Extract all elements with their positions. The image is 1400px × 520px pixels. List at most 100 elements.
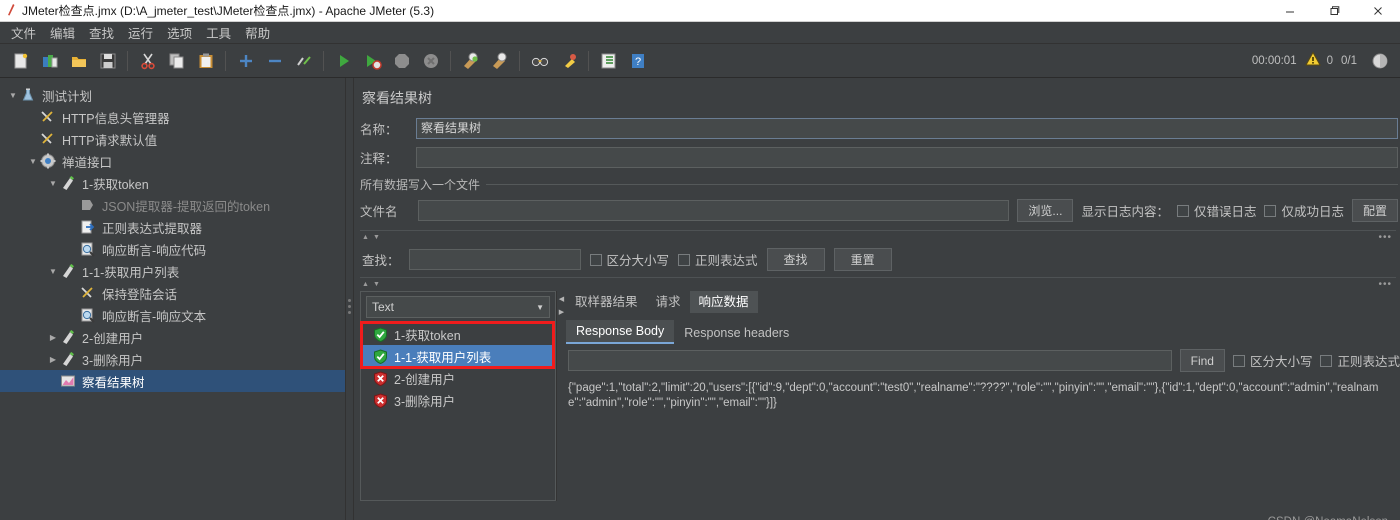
search-input[interactable] xyxy=(408,249,581,270)
find-button[interactable]: 查找 xyxy=(766,248,825,271)
name-input[interactable]: 察看结果树 xyxy=(416,118,1398,139)
expand-icon[interactable] xyxy=(231,47,260,75)
tree-item[interactable]: 保持登陆会话 xyxy=(0,282,345,304)
sampler-list-item[interactable]: 1-1-获取用户列表 xyxy=(361,345,555,367)
detail-find-button[interactable]: Find xyxy=(1179,349,1225,372)
tree-item[interactable]: ▼ 禅道接口 xyxy=(0,150,345,172)
divider2-collapse-arrows[interactable]: ▲ ▼ xyxy=(360,281,380,288)
stop-icon[interactable] xyxy=(387,47,416,75)
sampler-list-item[interactable]: 3-删除用户 xyxy=(361,389,555,411)
sampler-list-item[interactable]: 2-创建用户 xyxy=(361,367,555,389)
sampler-items[interactable]: 1-获取token 1-1-获取用户列表 2-创建用户 3-删除用户 xyxy=(360,321,555,500)
tree-item[interactable]: 正则表达式提取器 xyxy=(0,216,345,238)
tree-item[interactable]: 响应断言-响应代码 xyxy=(0,238,345,260)
browse-button[interactable]: 浏览... xyxy=(1017,199,1074,222)
comment-input[interactable] xyxy=(416,147,1398,168)
response-subtabs[interactable]: Response Body Response headers xyxy=(566,318,1400,344)
tree-item[interactable]: HTTP信息头管理器 xyxy=(0,106,345,128)
chevron-up-icon[interactable]: ▲ xyxy=(362,281,369,288)
filename-input[interactable] xyxy=(418,200,1010,221)
search-reset-icon[interactable] xyxy=(554,47,583,75)
http-sampler-icon xyxy=(60,175,78,191)
minimize-icon[interactable] xyxy=(1268,0,1312,22)
paste-icon[interactable] xyxy=(191,47,220,75)
reset-button[interactable]: 重置 xyxy=(833,248,892,271)
chevron-left-icon[interactable]: ◀ xyxy=(559,295,564,303)
success-only-checkbox[interactable]: 仅成功日志 xyxy=(1264,201,1344,220)
tree-item[interactable]: HTTP请求默认值 xyxy=(0,128,345,150)
detail-find-input[interactable] xyxy=(568,350,1172,371)
menu-edit[interactable]: 编辑 xyxy=(43,21,82,44)
chevron-right-icon[interactable]: ▶ xyxy=(559,308,564,316)
save-icon[interactable] xyxy=(93,47,122,75)
chevron-down-icon[interactable]: ▼ xyxy=(46,179,60,188)
tree-item[interactable]: ▼ 测试计划 xyxy=(0,84,345,106)
test-plan-tree[interactable]: ▼ 测试计划 HTTP信息头管理器 HTTP请求默认值 ▼ 禅道接口 ▼ 1-获取token J… xyxy=(0,78,345,520)
clear-all-icon[interactable] xyxy=(485,47,514,75)
chevron-down-icon[interactable]: ▼ xyxy=(26,157,40,166)
help-icon[interactable]: ? xyxy=(623,47,652,75)
collapse-icon[interactable] xyxy=(260,47,289,75)
start-no-pauses-icon[interactable] xyxy=(358,47,387,75)
warning-indicator[interactable]: 0 xyxy=(1304,51,1333,70)
clear-icon[interactable] xyxy=(456,47,485,75)
tree-item[interactable]: 察看结果树 xyxy=(0,370,345,392)
menu-help[interactable]: 帮助 xyxy=(238,21,277,44)
tree-item[interactable]: ▶ 2-创建用户 xyxy=(0,326,345,348)
tree-item[interactable]: ▼ 1-1-获取用户列表 xyxy=(0,260,345,282)
chevron-down-icon[interactable]: ▼ xyxy=(46,267,60,276)
open-icon[interactable] xyxy=(64,47,93,75)
menu-options[interactable]: 选项 xyxy=(160,21,199,44)
chevron-down-icon[interactable]: ▼ xyxy=(6,91,20,100)
menu-file[interactable]: 文件 xyxy=(4,21,43,44)
menu-search[interactable]: 查找 xyxy=(82,21,121,44)
detail-regex-checkbox[interactable]: 正则表达式 xyxy=(1320,351,1400,370)
toggle-icon[interactable] xyxy=(289,47,318,75)
function-helper-icon[interactable] xyxy=(594,47,623,75)
chevron-right-icon[interactable]: ▶ xyxy=(46,333,60,342)
renderer-select[interactable]: Text ▼ xyxy=(366,296,550,318)
search-case-sensitive-checkbox[interactable]: 区分大小写 xyxy=(589,250,669,269)
chevron-down-icon[interactable]: ▼ xyxy=(373,234,380,241)
divider-collapse-arrows[interactable]: ▲ ▼ xyxy=(360,234,380,241)
divider2-grip[interactable]: ••• xyxy=(1378,279,1396,290)
templates-icon[interactable] xyxy=(35,47,64,75)
detail-tab[interactable]: 响应数据 xyxy=(689,291,758,313)
search-icon[interactable] xyxy=(525,47,554,75)
cut-icon[interactable] xyxy=(133,47,162,75)
tree-item[interactable]: ▶ 3-删除用户 xyxy=(0,348,345,370)
chevron-down-icon[interactable]: ▼ xyxy=(373,281,380,288)
tree-item[interactable]: JSON提取器-提取返回的token xyxy=(0,194,345,216)
divider-grip[interactable]: ••• xyxy=(1378,232,1396,243)
maximize-icon[interactable] xyxy=(1312,0,1356,22)
tree-item[interactable]: ▼ 1-获取token xyxy=(0,172,345,194)
new-icon[interactable] xyxy=(6,47,35,75)
sampler-result-list[interactable]: Text ▼ 1-获取token 1-1-获取用户列表 2-创建用户 3-删除用户 xyxy=(360,291,556,501)
tree-item[interactable]: 响应断言-响应文本 xyxy=(0,304,345,326)
chevron-right-icon[interactable]: ▶ xyxy=(46,355,60,364)
chevron-up-icon[interactable]: ▲ xyxy=(362,234,369,241)
tree-item-label: HTTP请求默认值 xyxy=(62,133,158,148)
configure-button[interactable]: 配置 xyxy=(1351,199,1398,222)
errors-only-checkbox[interactable]: 仅错误日志 xyxy=(1176,201,1256,220)
detail-tabs[interactable]: 取样器结果 请求 响应数据 xyxy=(566,291,1400,313)
detail-tab[interactable]: 请求 xyxy=(647,291,690,313)
search-regex-checkbox[interactable]: 正则表达式 xyxy=(678,250,758,269)
copy-icon[interactable] xyxy=(162,47,191,75)
sampler-list-item[interactable]: 1-获取token xyxy=(361,323,555,345)
menu-run[interactable]: 运行 xyxy=(121,21,160,44)
detail-regex-label: 正则表达式 xyxy=(1337,355,1400,369)
close-icon[interactable] xyxy=(1356,0,1400,22)
detail-tab[interactable]: 取样器结果 xyxy=(566,291,647,313)
tree-splitter[interactable] xyxy=(345,78,354,520)
response-subtab[interactable]: Response Body xyxy=(566,320,675,344)
upper-divider[interactable]: ▲ ▼ ••• xyxy=(360,230,1396,243)
results-split: Text ▼ 1-获取token 1-1-获取用户列表 2-创建用户 3-删除用户 ◀… xyxy=(360,291,1400,501)
menu-tools[interactable]: 工具 xyxy=(199,21,238,44)
start-icon[interactable] xyxy=(329,47,358,75)
detail-case-sensitive-checkbox[interactable]: 区分大小写 xyxy=(1232,351,1312,370)
lower-divider[interactable]: ▲ ▼ ••• xyxy=(360,277,1396,290)
shutdown-icon[interactable] xyxy=(416,47,445,75)
results-splitter[interactable]: ◀ ▶ xyxy=(556,291,566,501)
response-subtab[interactable]: Response headers xyxy=(674,322,799,344)
